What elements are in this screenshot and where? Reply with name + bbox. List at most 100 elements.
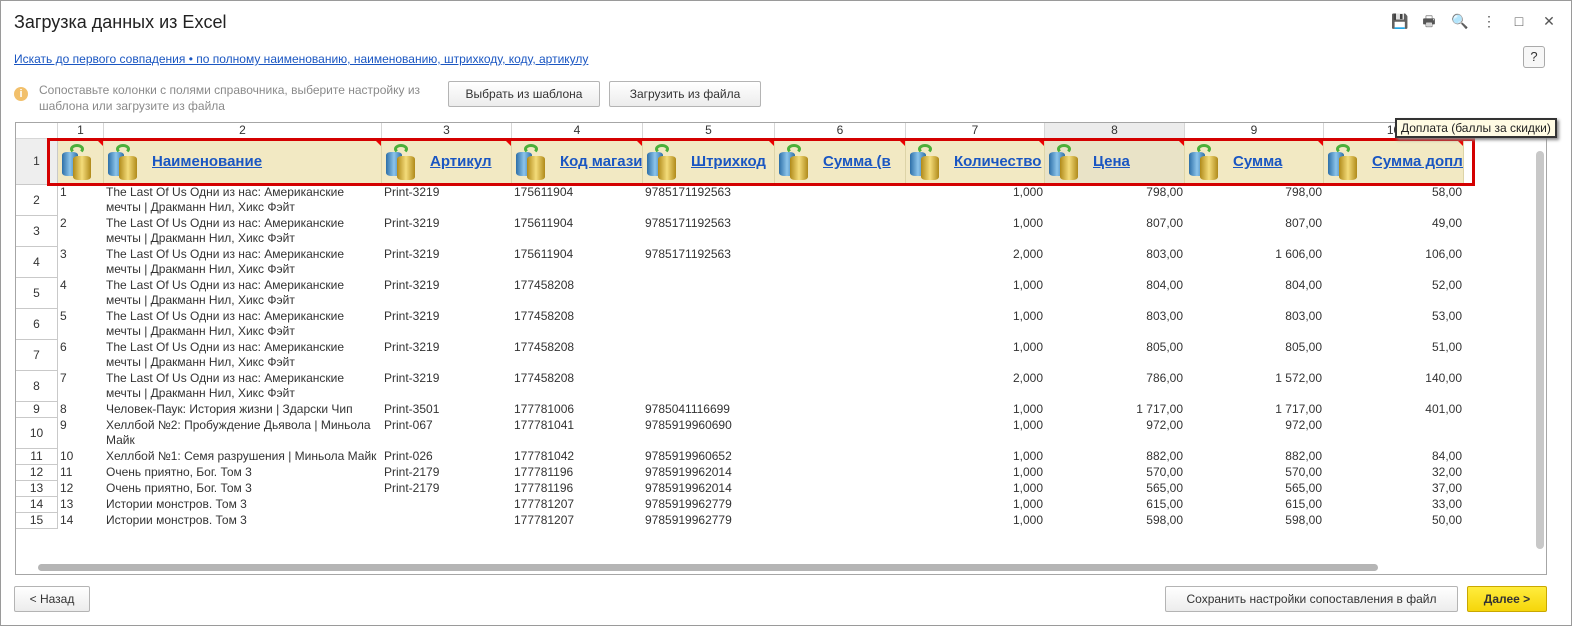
cell[interactable]: 4	[58, 278, 104, 309]
cell[interactable]	[643, 278, 775, 309]
cell[interactable]: 175611904	[512, 185, 643, 216]
column-field-link[interactable]: Сумма доплаты	[1372, 153, 1463, 171]
cell[interactable]: 804,00	[1045, 278, 1185, 309]
cell[interactable]	[775, 309, 906, 340]
next-button[interactable]: Далее >	[1467, 586, 1547, 612]
help-button[interactable]: ?	[1523, 46, 1545, 68]
cell[interactable]: The Last Of Us Одни из нас: Американские…	[104, 185, 382, 216]
cell[interactable]: 565,00	[1185, 481, 1324, 497]
cell[interactable]: 2,000	[906, 247, 1045, 278]
cell[interactable]: 805,00	[1045, 340, 1185, 371]
column-number[interactable]: 6	[775, 123, 906, 139]
cell[interactable]: 1,000	[906, 309, 1045, 340]
cell[interactable]: 177781042	[512, 449, 643, 465]
cell[interactable]: Хеллбой №1: Семя разрушения | Миньола Ма…	[104, 449, 382, 465]
column-number[interactable]: 1	[58, 123, 104, 139]
cell[interactable]: 9785171192563	[643, 247, 775, 278]
cell[interactable]: 84,00	[1324, 449, 1464, 465]
cell[interactable]: 50,00	[1324, 513, 1464, 529]
column-number[interactable]: 9	[1185, 123, 1324, 139]
cell[interactable]: 570,00	[1185, 465, 1324, 481]
cell[interactable]: 1,000	[906, 216, 1045, 247]
column-number[interactable]: 3	[382, 123, 512, 139]
cell[interactable]: 1,000	[906, 278, 1045, 309]
cell[interactable]: Истории монстров. Том 3	[104, 497, 382, 513]
table-row[interactable]: 2 1 The Last Of Us Одни из нас: Американск…	[16, 185, 1464, 216]
cell[interactable]: 177458208	[512, 278, 643, 309]
cell[interactable]: 882,00	[1045, 449, 1185, 465]
column-header[interactable]: Штрихкод	[643, 139, 775, 185]
cell[interactable]: 5	[58, 309, 104, 340]
table-row[interactable]: 10 9 Хеллбой №2: Пробуждение Дьявола | Мин…	[16, 418, 1464, 449]
table-row[interactable]: 3 2 The Last Of Us Одни из нас: Американск…	[16, 216, 1464, 247]
cell[interactable]: 9785919960690	[643, 418, 775, 449]
cell[interactable]: 1,000	[906, 340, 1045, 371]
cell[interactable]: The Last Of Us Одни из нас: Американские…	[104, 309, 382, 340]
cell[interactable]: 805,00	[1185, 340, 1324, 371]
cell[interactable]: 9785919962779	[643, 513, 775, 529]
cell[interactable]: 177781207	[512, 497, 643, 513]
cell[interactable]: Print-3219	[382, 340, 512, 371]
cell[interactable]: Print-026	[382, 449, 512, 465]
close-icon[interactable]: ✕	[1541, 13, 1557, 29]
cell[interactable]	[775, 481, 906, 497]
cell[interactable]: 177781041	[512, 418, 643, 449]
column-number[interactable]: 4	[512, 123, 643, 139]
cell[interactable]: Очень приятно, Бог. Том 3	[104, 465, 382, 481]
cell[interactable]: 53,00	[1324, 309, 1464, 340]
column-header[interactable]: Артикул	[382, 139, 512, 185]
cell[interactable]: 14	[58, 513, 104, 529]
cell[interactable]: 615,00	[1045, 497, 1185, 513]
cell[interactable]	[1324, 418, 1464, 449]
cell[interactable]: 882,00	[1185, 449, 1324, 465]
cell[interactable]: 1 717,00	[1045, 402, 1185, 418]
cell[interactable]	[643, 340, 775, 371]
cell[interactable]: The Last Of Us Одни из нас: Американские…	[104, 247, 382, 278]
cell[interactable]	[775, 465, 906, 481]
cell[interactable]: 177458208	[512, 340, 643, 371]
cell[interactable]: 177781196	[512, 465, 643, 481]
cell[interactable]: 1,000	[906, 513, 1045, 529]
cell[interactable]: 33,00	[1324, 497, 1464, 513]
column-number[interactable]: 8	[1045, 123, 1185, 139]
table-row[interactable]: 13 12 Очень приятно, Бог. Том 3 Print-2179 1…	[16, 481, 1464, 497]
cell[interactable]: 565,00	[1045, 481, 1185, 497]
column-header[interactable]	[58, 139, 104, 185]
cell[interactable]: 9785919962014	[643, 465, 775, 481]
cell[interactable]	[775, 340, 906, 371]
table-row[interactable]: 5 4 The Last Of Us Одни из нас: Американск…	[16, 278, 1464, 309]
cell[interactable]: 3	[58, 247, 104, 278]
cell[interactable]: 803,00	[1045, 247, 1185, 278]
cell[interactable]: 32,00	[1324, 465, 1464, 481]
cell[interactable]: 2,000	[906, 371, 1045, 402]
cell[interactable]: 9785919962779	[643, 497, 775, 513]
cell[interactable]: 7	[58, 371, 104, 402]
table-row[interactable]: 11 10 Хеллбой №1: Семя разрушения | Миньол…	[16, 449, 1464, 465]
cell[interactable]: 798,00	[1045, 185, 1185, 216]
cell[interactable]: 786,00	[1045, 371, 1185, 402]
cell[interactable]	[382, 513, 512, 529]
column-field-link[interactable]: Цена	[1093, 153, 1130, 171]
column-field-link[interactable]: Штрихкод	[691, 153, 766, 171]
cell[interactable]: 9785919960652	[643, 449, 775, 465]
cell[interactable]: 803,00	[1045, 309, 1185, 340]
cell[interactable]: 49,00	[1324, 216, 1464, 247]
preview-icon[interactable]: 🔍	[1451, 13, 1468, 29]
cell[interactable]: 177458208	[512, 371, 643, 402]
cell[interactable]: 972,00	[1045, 418, 1185, 449]
table-row[interactable]: 12 11 Очень приятно, Бог. Том 3 Print-2179 1…	[16, 465, 1464, 481]
column-field-link[interactable]: Артикул	[430, 153, 492, 171]
column-field-link[interactable]: Наименование	[152, 153, 262, 171]
cell[interactable]	[643, 309, 775, 340]
cell[interactable]	[775, 278, 906, 309]
cell[interactable]: 52,00	[1324, 278, 1464, 309]
table-row[interactable]: 6 5 The Last Of Us Одни из нас: Американск…	[16, 309, 1464, 340]
cell[interactable]: 175611904	[512, 216, 643, 247]
choose-template-button[interactable]: Выбрать из шаблона	[448, 81, 600, 107]
cell[interactable]: 58,00	[1324, 185, 1464, 216]
cell[interactable]	[775, 513, 906, 529]
cell[interactable]: Print-2179	[382, 481, 512, 497]
cell[interactable]: 106,00	[1324, 247, 1464, 278]
column-field-link[interactable]: Сумма (в	[823, 153, 891, 171]
search-mode-link[interactable]: Искать до первого совпадения • по полном…	[14, 52, 588, 66]
